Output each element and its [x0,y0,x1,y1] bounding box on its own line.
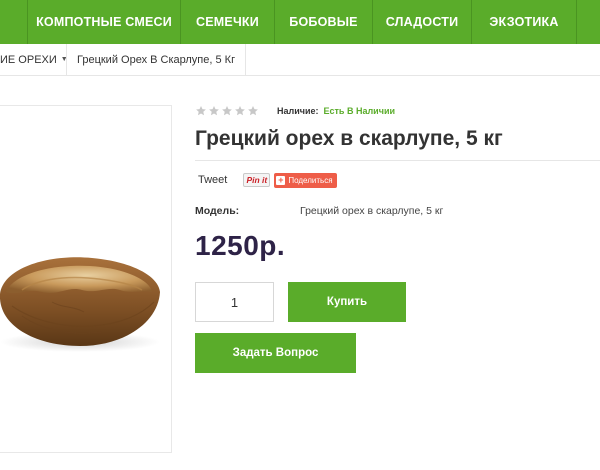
product-title: Грецкий орех в скарлупе, 5 кг [195,127,503,150]
product-price: 1250р. [195,230,286,261]
pinit-button[interactable]: Pin it [243,173,271,187]
ask-question-button[interactable]: Задать Вопрос [195,333,356,373]
nav-item-ekzotika[interactable]: ЭКЗОТИКА [472,0,577,44]
breadcrumb-current: Грецкий Орех В Скарлупе, 5 Кг [67,43,247,76]
model-label: Модель: [195,205,240,217]
rating-availability-row: Наличие: Есть В Наличии [195,103,395,119]
star-icon[interactable] [247,105,259,117]
model-value: Грецкий орех в скарлупе, 5 кг [300,205,444,217]
nav-item-semechki[interactable]: СЕМЕЧКИ [181,0,275,44]
product-image-panel[interactable] [0,105,172,453]
tweet-button[interactable]: Tweet [198,174,227,186]
star-icon[interactable] [221,105,233,117]
plus-icon: + [276,174,286,185]
star-icon[interactable] [208,105,220,117]
quantity-input[interactable] [195,282,274,322]
nav-item-kompotnye-smesi[interactable]: КОМПОТНЫЕ СМЕСИ [28,0,181,44]
nav-item-sladosti[interactable]: СЛАДОСТИ [373,0,472,44]
divider [195,160,600,161]
main-nav: КОМПОТНЫЕ СМЕСИ СЕМЕЧКИ БОБОВЫЕ СЛАДОСТИ… [0,0,600,44]
walnut-shell-image[interactable] [0,246,162,356]
nav-item-bobovye[interactable]: БОБОВЫЕ [275,0,373,44]
rating-stars[interactable] [195,105,259,117]
star-icon[interactable] [195,105,207,117]
breadcrumb-parent-label[interactable]: ИЕ ОРЕХИ [0,54,57,66]
breadcrumb-current-label: Грецкий Орех В Скарлупе, 5 Кг [77,53,236,66]
nav-item-hidden-right[interactable] [577,0,600,44]
nav-item-hidden-left[interactable] [0,0,28,44]
star-icon[interactable] [234,105,246,117]
availability-label: Наличие: [277,106,319,116]
social-buttons: Tweet Pin it + Поделиться [195,171,337,189]
buy-button[interactable]: Купить [288,282,406,322]
breadcrumb-parent[interactable]: ИЕ ОРЕХИ ▼ [0,43,67,76]
share-label: Поделиться [288,175,333,185]
breadcrumb: ИЕ ОРЕХИ ▼ Грецкий Орех В Скарлупе, 5 Кг [0,43,600,76]
availability-value: Есть В Наличии [323,106,396,116]
share-button[interactable]: + Поделиться [274,172,337,188]
